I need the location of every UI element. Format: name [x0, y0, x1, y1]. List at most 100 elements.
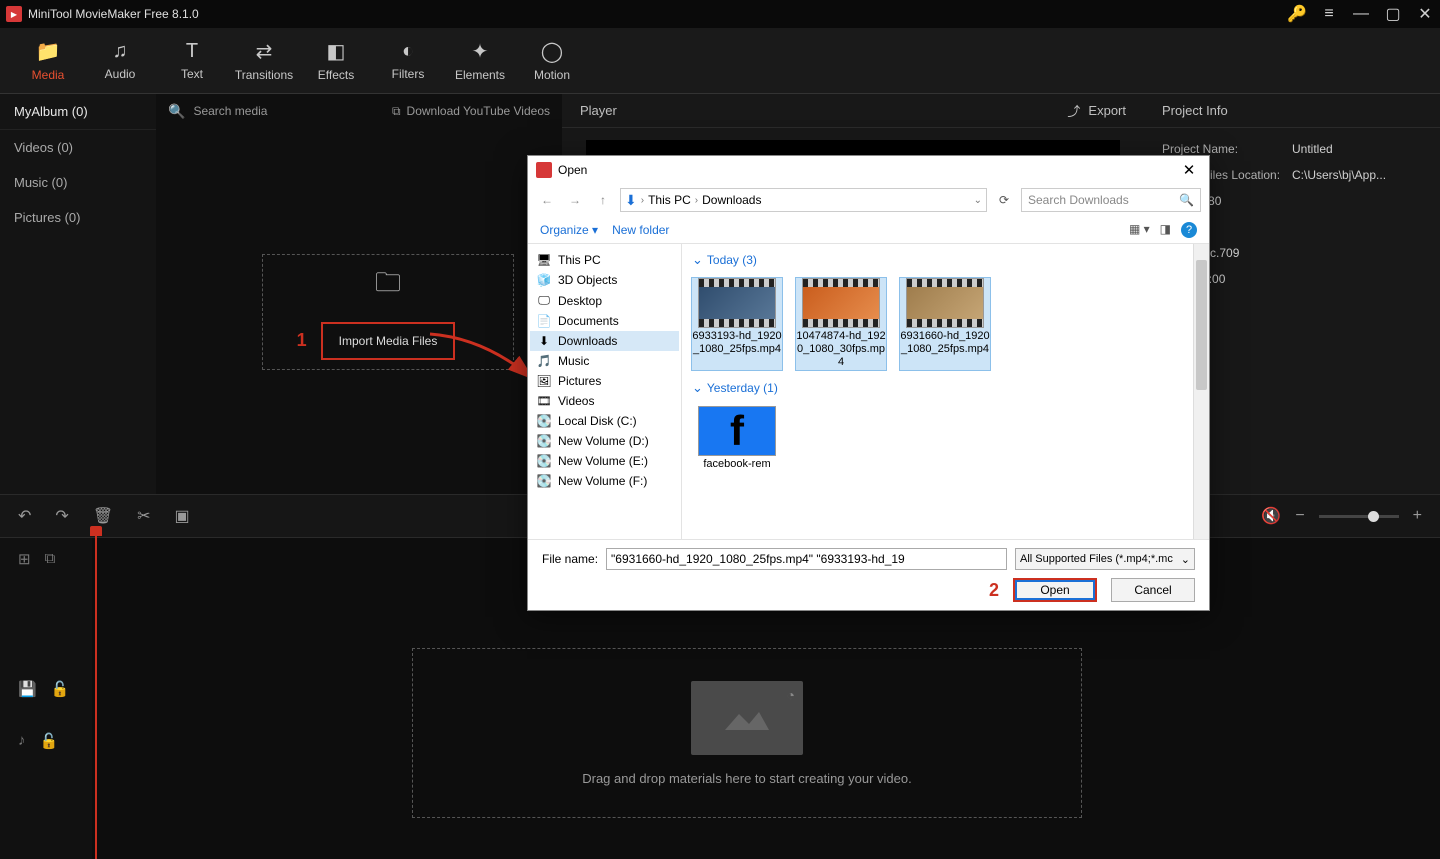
tab-text[interactable]: TText	[156, 28, 228, 93]
file-item[interactable]: ffacebook-rem	[692, 406, 782, 471]
sidebar-item-music[interactable]: Music (0)	[0, 165, 156, 200]
zoom-in-icon[interactable]: +	[1413, 507, 1422, 525]
zoom-out-icon[interactable]: −	[1295, 507, 1304, 525]
open-button[interactable]: Open	[1013, 578, 1097, 602]
export-icon: ⤴	[1067, 101, 1080, 120]
upgrade-key-icon[interactable]: 🔑	[1288, 5, 1306, 23]
search-input[interactable]: Search Downloads 🔍	[1021, 188, 1201, 212]
zoom-slider[interactable]	[1319, 515, 1399, 518]
placeholder-thumb-icon	[691, 681, 803, 755]
group-yesterday[interactable]: Yesterday (1)	[690, 376, 1201, 400]
breadcrumb-downloads[interactable]: Downloads	[702, 193, 761, 207]
tree-volume-f[interactable]: 💽New Volume (F:)	[530, 471, 679, 491]
search-placeholder: Search Downloads	[1028, 193, 1129, 207]
chevron-down-icon[interactable]: ⌄	[974, 195, 982, 206]
file-name: 6931660-hd_1920_1080_25fps.mp4	[900, 330, 990, 356]
group-today[interactable]: Today (3)	[690, 248, 1201, 272]
file-item[interactable]: 10474874-hd_1920_1080_30fps.mp4	[796, 278, 886, 370]
redo-icon[interactable]: ↷	[55, 506, 68, 526]
folder-icon: 🗀	[375, 264, 401, 308]
chevron-down-icon: ⌄	[1181, 553, 1190, 566]
file-type-filter[interactable]: All Supported Files (*.mp4;*.mc⌄	[1015, 548, 1195, 570]
export-button[interactable]: ⤴ Export	[1067, 101, 1126, 120]
mute-icon[interactable]: 🔇	[1261, 506, 1281, 526]
breadcrumb-this-pc[interactable]: This PC	[648, 193, 691, 207]
help-icon[interactable]: ?	[1181, 222, 1197, 238]
tab-transitions-label: Transitions	[235, 68, 293, 82]
cut-icon[interactable]: ✂	[137, 506, 150, 526]
tab-media[interactable]: 📁Media	[12, 28, 84, 93]
delete-icon[interactable]: 🗑	[93, 506, 113, 526]
nav-back-icon[interactable]: ←	[536, 189, 558, 211]
unlock-icon[interactable]: 🔓	[40, 732, 59, 750]
tree-desktop[interactable]: 🖵Desktop	[530, 290, 679, 311]
organize-menu[interactable]: Organize ▾	[540, 223, 598, 237]
close-button[interactable]: ✕	[1416, 5, 1434, 23]
save-icon[interactable]: 💾	[18, 680, 37, 698]
main-tabs: 📁Media ♫Audio TText ⇄ Transitions ◧Effect…	[0, 28, 1440, 94]
effects-icon: ◧	[327, 39, 346, 64]
file-item[interactable]: 6931660-hd_1920_1080_25fps.mp4	[900, 278, 990, 370]
tab-text-label: Text	[181, 67, 203, 81]
search-media-input[interactable]: Search media	[193, 104, 267, 118]
file-name-input[interactable]	[606, 548, 1007, 570]
tree-volume-e[interactable]: 💽New Volume (E:)	[530, 451, 679, 471]
new-folder-button[interactable]: New folder	[612, 223, 669, 237]
file-name-label: File name:	[542, 552, 598, 566]
timeline-dropzone[interactable]: Drag and drop materials here to start cr…	[412, 648, 1082, 818]
menu-icon[interactable]: ≡	[1320, 5, 1338, 23]
tree-this-pc[interactable]: 🖥This PC	[530, 250, 679, 270]
sidebar-album-header[interactable]: MyAlbum (0)	[0, 94, 156, 130]
tab-audio[interactable]: ♫Audio	[84, 28, 156, 93]
tree-documents[interactable]: 📄Documents	[530, 311, 679, 331]
refresh-icon[interactable]: ⟳	[993, 193, 1015, 207]
tree-videos[interactable]: 🎞Videos	[530, 391, 679, 411]
drive-icon: 💽	[536, 414, 552, 428]
music-icon: 🎵	[536, 354, 552, 368]
nav-forward-icon[interactable]: →	[564, 189, 586, 211]
unlock-icon[interactable]: 🔓	[51, 680, 70, 698]
crop-icon[interactable]: ▣	[175, 506, 190, 526]
minimize-button[interactable]: —	[1352, 5, 1370, 23]
tree-pictures[interactable]: 🖼Pictures	[530, 371, 679, 391]
file-list-scrollbar[interactable]	[1193, 244, 1209, 539]
transitions-icon: ⇄	[256, 39, 273, 64]
audio-track-icon[interactable]: ♪	[18, 732, 26, 750]
export-label: Export	[1088, 103, 1126, 118]
file-name: 6933193-hd_1920_1080_25fps.mp4	[692, 330, 782, 356]
tab-effects[interactable]: ◧Effects	[300, 28, 372, 93]
undo-icon[interactable]: ↶	[18, 506, 31, 526]
view-options-icon[interactable]: ▦ ▾	[1129, 222, 1150, 238]
drive-icon: 💽	[536, 454, 552, 468]
tab-motion[interactable]: ◯Motion	[516, 28, 588, 93]
add-track-icon[interactable]: ⊞	[18, 550, 31, 568]
dialog-title: Open	[558, 163, 1177, 177]
preview-pane-icon[interactable]: ◨	[1160, 222, 1171, 238]
project-name-label: Project Name:	[1162, 142, 1292, 156]
folder-tree: 🖥This PC 🧊3D Objects 🖵Desktop 📄Documents…	[528, 244, 682, 539]
nav-up-icon[interactable]: ↑	[592, 189, 614, 211]
tree-music[interactable]: 🎵Music	[530, 351, 679, 371]
tree-volume-d[interactable]: 💽New Volume (D:)	[530, 431, 679, 451]
tree-3d-objects[interactable]: 🧊3D Objects	[530, 270, 679, 290]
tab-media-label: Media	[32, 68, 65, 82]
duplicate-track-icon[interactable]: ⧉	[45, 550, 56, 568]
playhead[interactable]	[95, 528, 97, 859]
app-icon	[6, 6, 22, 22]
cancel-button[interactable]: Cancel	[1111, 578, 1195, 602]
tab-transitions[interactable]: ⇄ Transitions	[228, 28, 300, 93]
window-titlebar: MiniTool MovieMaker Free 8.1.0 🔑 ≡ — ▢ ✕	[0, 0, 1440, 28]
tab-audio-label: Audio	[105, 67, 136, 81]
download-youtube-button[interactable]: ⧉ Download YouTube Videos	[392, 104, 550, 119]
dialog-close-button[interactable]: ✕	[1177, 161, 1201, 179]
address-bar[interactable]: ⬇ › This PC › Downloads ⌄	[620, 188, 987, 212]
tree-local-disk-c[interactable]: 💽Local Disk (C:)	[530, 411, 679, 431]
tab-filters[interactable]: ◐Filters	[372, 28, 444, 93]
tab-elements[interactable]: ✦Elements	[444, 28, 516, 93]
sidebar-item-videos[interactable]: Videos (0)	[0, 130, 156, 165]
sidebar-item-pictures[interactable]: Pictures (0)	[0, 200, 156, 235]
tree-downloads[interactable]: ⬇Downloads	[530, 331, 679, 351]
maximize-button[interactable]: ▢	[1384, 5, 1402, 23]
file-name: facebook-rem	[703, 458, 770, 471]
file-item[interactable]: 6933193-hd_1920_1080_25fps.mp4	[692, 278, 782, 370]
